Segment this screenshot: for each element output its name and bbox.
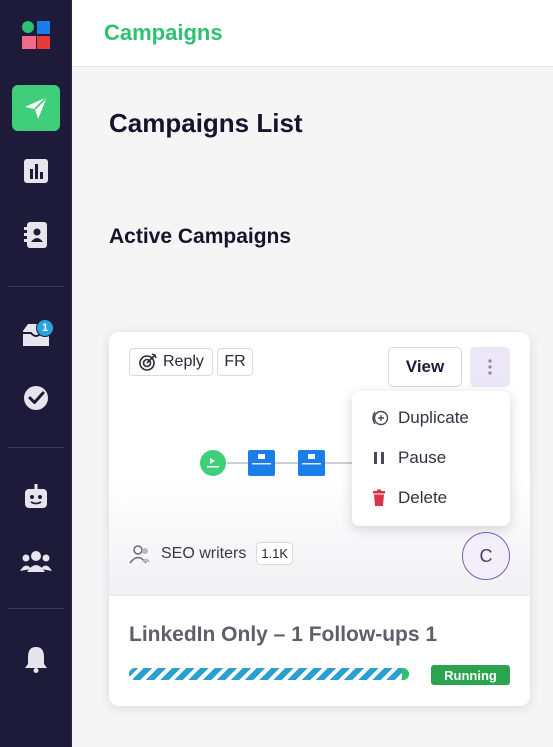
audience-name: SEO writers [161,544,247,562]
flow-node-visit-profile [248,450,275,476]
duplicate-icon [372,410,389,426]
sidebar-item-team[interactable] [11,539,61,585]
avatar[interactable]: C [462,532,510,580]
campaign-card-footer [109,595,530,706]
pause-icon [374,452,384,464]
pause-label: Pause [398,448,447,467]
sidebar-item-campaigns[interactable] [12,85,60,131]
sidebar-divider [8,447,64,448]
robot-icon [25,484,47,508]
page-title: Campaigns List [109,108,303,138]
menu-item-duplicate[interactable]: Duplicate [370,408,469,428]
duplicate-label: Duplicate [398,408,469,427]
audience-info: SEO writers 1.1K [129,542,294,565]
status-badge: Running [431,665,510,685]
app-logo[interactable] [11,12,61,58]
campaign-name[interactable]: LinkedIn Only – 1 Follow-ups 1 [129,623,437,647]
team-icon [20,551,52,572]
paper-plane-icon [25,96,48,119]
inbox-badge: 1 [36,319,54,337]
contacts-book-icon [24,222,47,248]
section-title: Active Campaigns [109,225,292,248]
bell-icon [25,647,47,673]
logo-icon [22,21,50,49]
options-menu: Duplicate Pause Delete [352,391,510,526]
sidebar-item-tasks[interactable] [11,375,61,421]
sidebar-divider [8,608,64,609]
sidebar-item-bot[interactable] [11,474,61,520]
menu-item-pause[interactable]: Pause [370,448,446,468]
check-circle-icon [24,386,48,410]
users-icon [129,544,150,563]
delete-label: Delete [398,488,448,507]
header-title: Campaigns [104,20,223,45]
sidebar: 1 [0,0,72,747]
top-bar: Campaigns [72,0,553,67]
sidebar-item-contacts[interactable] [11,212,61,258]
bar-chart-icon [24,159,48,183]
sidebar-divider [8,286,64,287]
menu-item-delete[interactable]: Delete [370,488,447,508]
sidebar-item-inbox[interactable]: 1 [11,312,61,358]
sidebar-item-notifications[interactable] [11,636,61,682]
audience-count: 1.1K [256,542,294,565]
trash-icon [373,489,385,506]
campaign-progress-bar [129,668,409,680]
flow-node-start [200,450,226,476]
flow-node-send-invitation [298,450,325,476]
sidebar-item-analytics[interactable] [11,148,61,194]
